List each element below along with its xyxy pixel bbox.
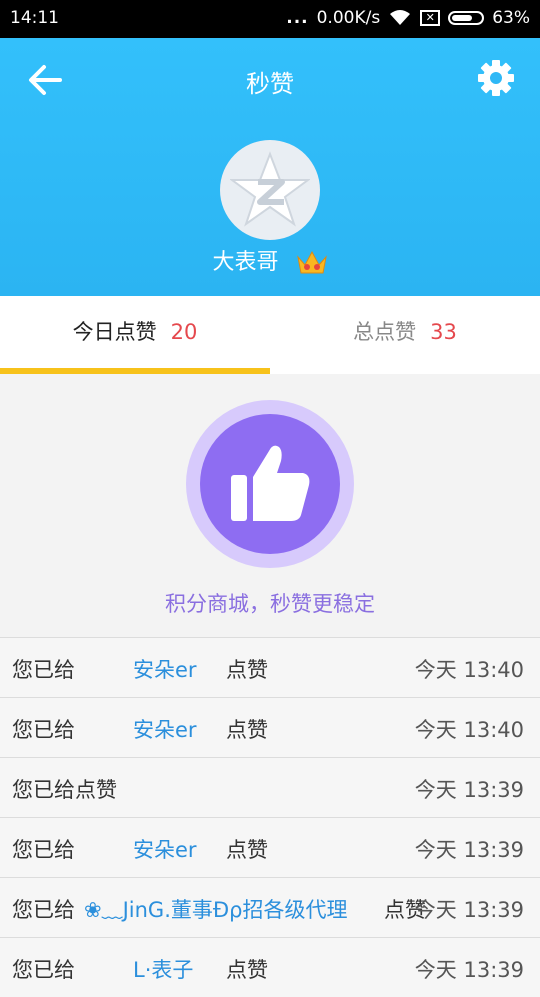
tab-today-count: 20: [170, 320, 198, 344]
list-item[interactable]: 您已给 L·表子 点赞 今天 13:39: [0, 937, 540, 997]
list-item[interactable]: 您已给 安朵er 点赞 今天 13:39: [0, 817, 540, 877]
record-prefix: 您已给: [12, 718, 75, 742]
thumbs-up-icon: [231, 445, 310, 521]
tab-indicator: [0, 368, 270, 374]
record-name-link[interactable]: L·表子: [133, 954, 193, 984]
record-suffix: 点赞: [226, 838, 268, 862]
record-time: 今天 13:39: [414, 838, 524, 862]
username: 大表哥: [212, 250, 279, 275]
crown-vip-icon: [296, 250, 327, 274]
record-time: 今天 13:39: [414, 958, 524, 982]
tab-bar: 今日点赞 20 总点赞 33: [0, 296, 540, 374]
tab-today-likes[interactable]: 今日点赞 20: [0, 296, 270, 374]
record-time: 今天 13:39: [414, 898, 524, 922]
list-item[interactable]: 您已给点赞 今天 13:39: [0, 757, 540, 817]
tab-total-label: 总点赞: [353, 320, 417, 344]
status-bar: 14:11 ... 0.00K/s ✕ 63%: [0, 0, 540, 38]
username-row: 大表哥: [0, 244, 540, 277]
record-prefix: 您已给: [12, 658, 75, 682]
record-prefix: 您已给: [12, 958, 75, 982]
signal-dots: ...: [286, 8, 309, 28]
avatar[interactable]: [220, 140, 320, 240]
record-suffix: 点赞: [226, 958, 268, 982]
no-sim-icon: ✕: [420, 10, 441, 26]
network-speed: 0.00K/s: [316, 8, 381, 28]
record-suffix: 点赞: [226, 718, 268, 742]
like-button[interactable]: [186, 400, 354, 568]
status-right: ... 0.00K/s ✕ 63%: [286, 8, 530, 28]
record-name-link[interactable]: 安朵er: [133, 654, 197, 684]
record-prefix: 您已给点赞: [12, 778, 117, 802]
like-records-list: 您已给 安朵er 点赞 今天 13:40 您已给 安朵er 点赞 今天 13:4…: [0, 637, 540, 997]
record-name-link[interactable]: 安朵er: [133, 714, 197, 744]
list-item[interactable]: 您已给 安朵er 点赞 今天 13:40: [0, 637, 540, 697]
record-suffix: 点赞: [226, 658, 268, 682]
qq-star-avatar-icon: [230, 151, 310, 227]
like-button-inner: [200, 414, 340, 554]
points-mall-link[interactable]: 积分商城，秒赞更稳定: [0, 588, 540, 618]
record-name-link[interactable]: ❀﹏JinG.董事Ɖρ招各级代理: [84, 894, 347, 924]
header: 秒赞 大表哥: [0, 38, 540, 296]
list-item[interactable]: 您已给 ❀﹏JinG.董事Ɖρ招各级代理 点赞 今天 13:39: [0, 877, 540, 937]
tab-total-likes[interactable]: 总点赞 33: [270, 296, 540, 374]
status-time: 14:11: [10, 8, 59, 28]
battery-level: 63%: [492, 8, 530, 28]
gear-icon[interactable]: [476, 58, 516, 98]
record-prefix: 您已给: [12, 838, 75, 862]
record-name-link[interactable]: 安朵er: [133, 834, 197, 864]
record-prefix: 您已给: [12, 898, 75, 922]
record-time: 今天 13:39: [414, 778, 524, 802]
page-title: 秒赞: [246, 70, 294, 98]
record-time: 今天 13:40: [414, 718, 524, 742]
list-item[interactable]: 您已给 安朵er 点赞 今天 13:40: [0, 697, 540, 757]
tab-total-count: 33: [430, 320, 457, 344]
wifi-icon: [390, 10, 411, 25]
record-time: 今天 13:40: [414, 658, 524, 682]
tab-today-label: 今日点赞: [72, 320, 157, 344]
battery-icon: [448, 11, 485, 25]
